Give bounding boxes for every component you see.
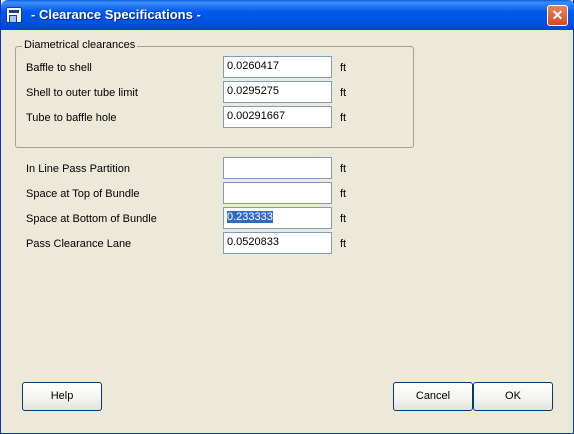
baffle-to-shell-label: Baffle to shell — [26, 62, 92, 74]
space-at-top-of-bundle-label: Space at Top of Bundle — [26, 188, 140, 200]
space-at-bottom-of-bundle-label: Space at Bottom of Bundle — [26, 213, 157, 225]
shell-to-outer-tube-limit-label: Shell to outer tube limit — [26, 87, 138, 99]
in-line-pass-partition-input[interactable] — [223, 157, 332, 179]
selected-text[interactable]: 0.233333 — [227, 211, 273, 223]
close-icon[interactable]: ✕ — [547, 5, 568, 26]
unit-label: ft — [340, 188, 347, 200]
space-at-bottom-of-bundle-input[interactable]: 0.233333 — [223, 207, 332, 229]
cancel-button[interactable]: Cancel — [393, 382, 473, 411]
dialog-window: - Clearance Specifications - ✕ Diametric… — [0, 0, 574, 434]
unit-label: ft — [340, 238, 347, 250]
pass-clearance-lane-input[interactable]: 0.0520833 — [223, 232, 332, 254]
window-title: - Clearance Specifications - — [31, 7, 201, 22]
tube-to-baffle-hole-label: Tube to baffle hole — [26, 112, 117, 124]
space-at-top-of-bundle-input[interactable] — [223, 182, 332, 204]
unit-label: ft — [340, 213, 347, 225]
unit-label: ft — [340, 163, 347, 175]
group-label: Diametrical clearances — [22, 39, 138, 51]
help-button[interactable]: Help — [22, 382, 102, 411]
unit-label: ft — [340, 87, 347, 99]
in-line-pass-partition-label: In Line Pass Partition — [26, 163, 130, 175]
tube-to-baffle-hole-input[interactable]: 0.00291667 — [223, 106, 332, 128]
title-bar[interactable]: - Clearance Specifications - ✕ — [1, 0, 574, 30]
shell-to-outer-tube-limit-input[interactable]: 0.0295275 — [223, 81, 332, 103]
ok-button[interactable]: OK — [473, 382, 553, 411]
pass-clearance-lane-label: Pass Clearance Lane — [26, 238, 132, 250]
baffle-to-shell-input[interactable]: 0.0260417 — [223, 56, 332, 78]
unit-label: ft — [340, 112, 347, 124]
unit-label: ft — [340, 62, 347, 74]
app-window-icon[interactable] — [6, 7, 22, 23]
